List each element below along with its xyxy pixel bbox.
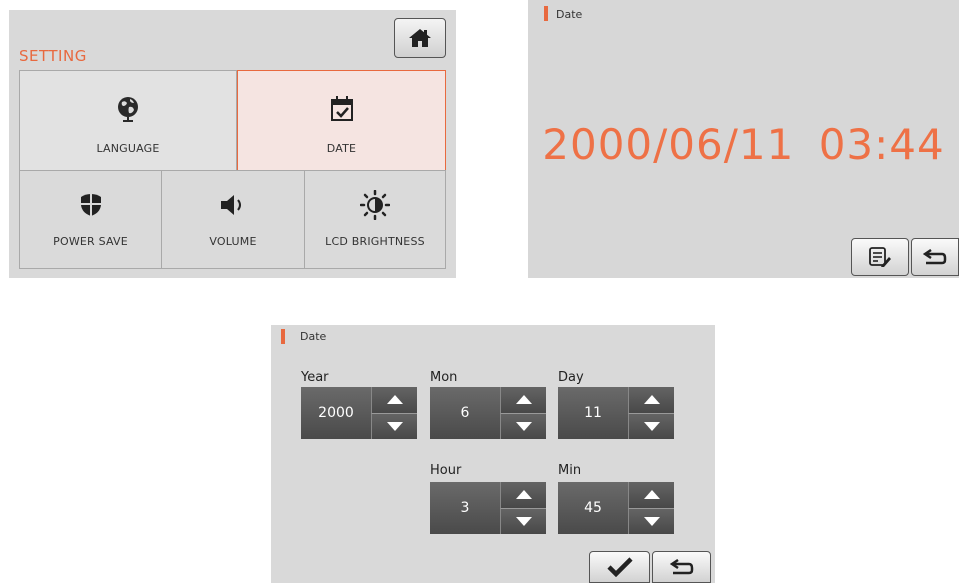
date-tile[interactable]: DATE: [237, 70, 446, 171]
confirm-button[interactable]: [589, 551, 650, 583]
calendar-check-icon: [330, 96, 353, 121]
day-increment-button[interactable]: [628, 387, 674, 414]
arrow-down-icon: [515, 516, 532, 526]
year-label: Year: [301, 370, 329, 385]
lcd-brightness-label: LCD BRIGHTNESS: [325, 235, 425, 248]
hour-decrement-button[interactable]: [500, 508, 546, 534]
year-decrement-button[interactable]: [371, 413, 417, 439]
arrow-down-icon: [515, 421, 532, 431]
arrow-down-icon: [386, 421, 403, 431]
screen-header: Date: [556, 8, 583, 21]
setting-title: SETTING: [19, 47, 87, 65]
minute-label: Min: [558, 463, 582, 478]
day-decrement-button[interactable]: [628, 413, 674, 439]
home-button[interactable]: [394, 18, 446, 58]
shield-icon: [80, 194, 101, 216]
globe-icon: [118, 97, 138, 122]
speaker-icon: [221, 195, 241, 215]
arrow-down-icon: [643, 516, 660, 526]
header-accent-bar: [544, 6, 548, 21]
lcd-brightness-tile[interactable]: LCD BRIGHTNESS: [304, 170, 446, 269]
minute-decrement-button[interactable]: [628, 508, 674, 534]
year-spinner: 2000: [301, 387, 417, 439]
year-increment-button[interactable]: [371, 387, 417, 414]
arrow-up-icon: [643, 490, 660, 500]
back-button[interactable]: [911, 238, 959, 276]
date-display-screen: Date 2000/06/11 03:44: [528, 0, 959, 278]
edit-list-icon: [869, 247, 891, 267]
arrow-up-icon: [643, 395, 660, 405]
month-decrement-button[interactable]: [500, 413, 546, 439]
datetime-display: 2000/06/11 03:44: [542, 120, 945, 169]
date-edit-screen: Date Year 2000 Mon 6 Day 11 Hour 3 Min 4…: [271, 325, 715, 583]
month-value[interactable]: 6: [430, 387, 500, 439]
volume-label: VOLUME: [209, 235, 257, 248]
power-save-tile[interactable]: POWER SAVE: [19, 170, 162, 269]
setting-screen: SETTING LANGUAGE DATE POWER SAVE VOLUME …: [9, 10, 456, 278]
minute-value[interactable]: 45: [558, 482, 628, 534]
language-label: LANGUAGE: [96, 142, 160, 155]
hour-spinner: 3: [430, 482, 546, 534]
return-arrow-icon: [923, 249, 947, 265]
minute-spinner: 45: [558, 482, 674, 534]
edit-button[interactable]: [851, 238, 909, 276]
date-label: DATE: [326, 142, 357, 155]
day-label: Day: [558, 370, 584, 385]
volume-tile[interactable]: VOLUME: [161, 170, 305, 269]
arrow-down-icon: [643, 421, 660, 431]
screen-header: Date: [300, 330, 327, 343]
checkmark-icon: [606, 557, 633, 577]
month-label: Mon: [430, 370, 458, 385]
language-tile[interactable]: LANGUAGE: [19, 70, 237, 171]
hour-label: Hour: [430, 463, 462, 478]
year-value[interactable]: 2000: [301, 387, 371, 439]
day-value[interactable]: 11: [558, 387, 628, 439]
arrow-up-icon: [515, 490, 532, 500]
header-accent-bar: [281, 329, 285, 344]
month-increment-button[interactable]: [500, 387, 546, 414]
day-spinner: 11: [558, 387, 674, 439]
home-icon: [409, 29, 431, 47]
arrow-up-icon: [515, 395, 532, 405]
back-button[interactable]: [652, 551, 711, 583]
month-spinner: 6: [430, 387, 546, 439]
brightness-icon: [360, 190, 390, 220]
arrow-up-icon: [386, 395, 403, 405]
hour-value[interactable]: 3: [430, 482, 500, 534]
power-save-label: POWER SAVE: [53, 235, 128, 248]
return-arrow-icon: [669, 559, 693, 575]
minute-increment-button[interactable]: [628, 482, 674, 509]
hour-increment-button[interactable]: [500, 482, 546, 509]
